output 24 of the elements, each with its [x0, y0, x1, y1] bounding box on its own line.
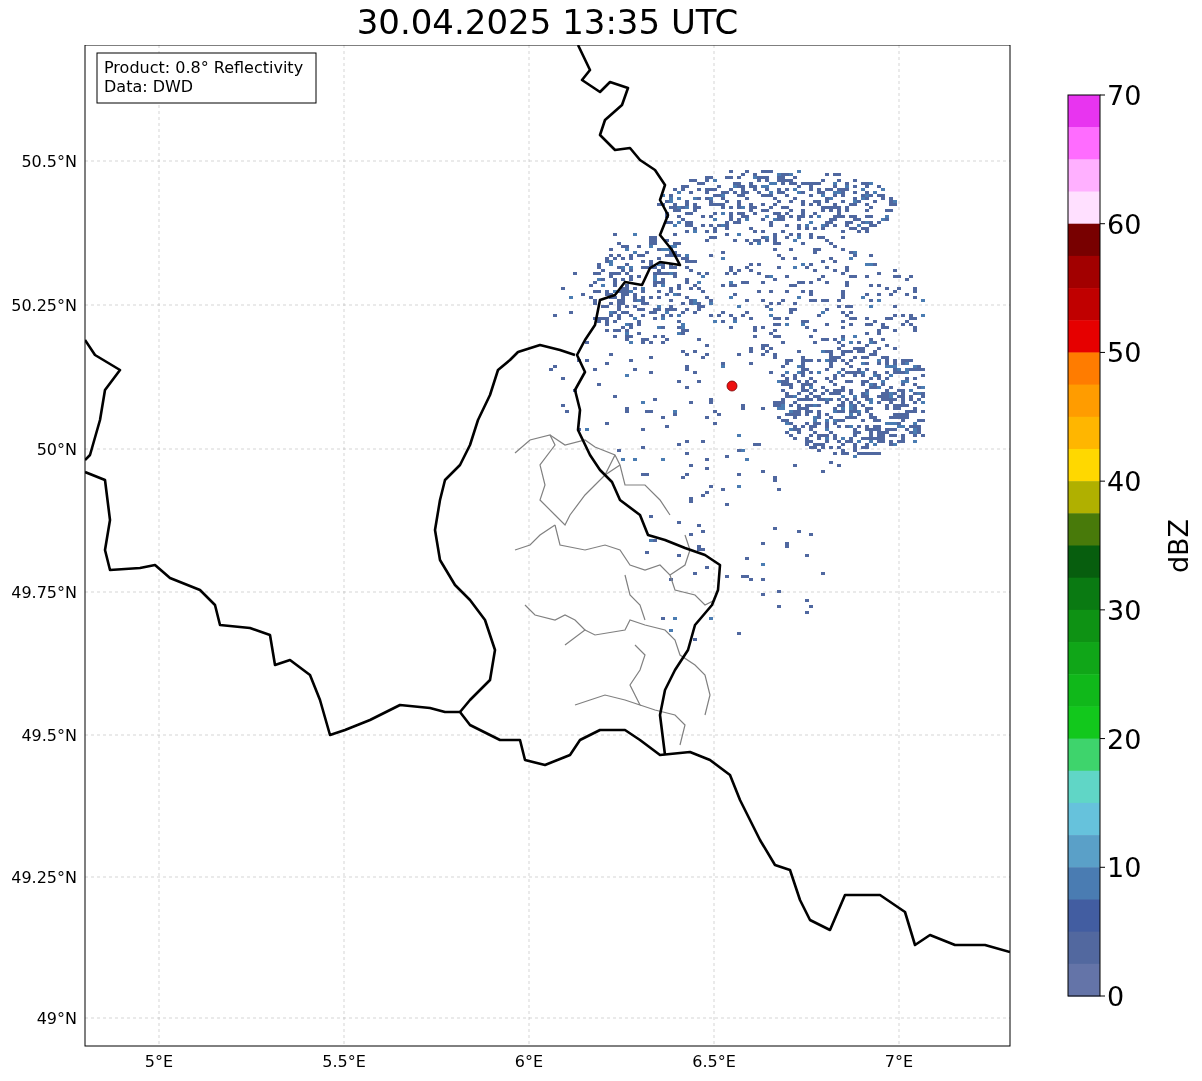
colorbar-tick-label: 70: [1107, 80, 1142, 111]
axis-tick-label: 50°N: [36, 440, 77, 459]
colorbar-tick-label: 40: [1107, 466, 1142, 498]
axis-tick-label: 49°N: [36, 1009, 77, 1028]
axis-tick-label: 7°E: [884, 1052, 914, 1071]
axis-tick-label: 50.25°N: [11, 296, 77, 315]
axis-tick-label: 6.5°E: [692, 1052, 736, 1071]
axis-tick-label: 50.5°N: [21, 152, 77, 171]
colorbar-tick-label: 0: [1107, 981, 1125, 1012]
axis-tick-label: 49.5°N: [21, 726, 77, 745]
axis-tick-label: 5°E: [144, 1052, 174, 1071]
colorbar-tick-label: 50: [1107, 337, 1142, 369]
plot-title: 30.04.2025 13:35 UTC: [355, 1, 740, 44]
colorbar-tick-label: 10: [1107, 852, 1142, 884]
info-text: Product: 0.8° Reflectivity: [104, 58, 304, 77]
info-text: Data: DWD: [104, 77, 194, 96]
axis-tick-label: 49.75°N: [11, 583, 77, 602]
colorbar-tick-label: 60: [1107, 208, 1142, 240]
colorbar-tick-label: 20: [1107, 723, 1142, 755]
axis-tick-label: 6°E: [514, 1052, 544, 1071]
axis-tick-label: 5.5°E: [322, 1052, 366, 1071]
colorbar-tick-label: 30: [1107, 594, 1142, 626]
axis-tick-label: 49.25°N: [11, 868, 77, 887]
colorbar-label: dBZ: [1163, 518, 1194, 574]
